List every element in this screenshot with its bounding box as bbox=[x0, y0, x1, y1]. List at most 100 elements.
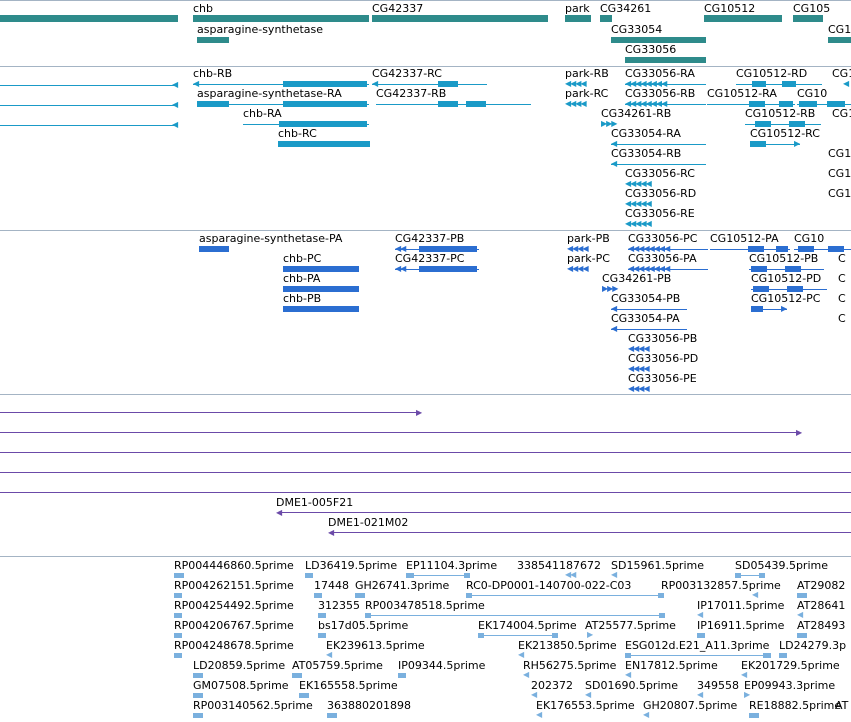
est-feature[interactable] bbox=[398, 673, 406, 678]
protein-label: CG10512-PB bbox=[749, 252, 819, 265]
est-feature[interactable] bbox=[779, 653, 787, 658]
protein-label: C bbox=[838, 292, 846, 305]
est-label: GM07508.5prime bbox=[193, 679, 289, 692]
est-feature[interactable] bbox=[174, 613, 182, 618]
transcript-feature[interactable] bbox=[197, 100, 369, 108]
transcript-feature[interactable]: ◀ bbox=[0, 101, 178, 109]
est-label: bs17d05.5prime bbox=[318, 619, 409, 632]
est-label: LD20859.5prime bbox=[193, 659, 286, 672]
protein-feature[interactable]: ◀◀◀◀ bbox=[628, 385, 662, 393]
gene-feature[interactable] bbox=[372, 15, 548, 22]
est-feature[interactable] bbox=[174, 593, 182, 598]
est-feature[interactable] bbox=[193, 693, 203, 698]
transcript-label: chb-RA bbox=[243, 107, 282, 120]
est-feature[interactable]: ◀◀ bbox=[565, 571, 581, 579]
transcript-feature[interactable]: ▶ bbox=[750, 140, 800, 149]
est-feature[interactable] bbox=[406, 572, 470, 579]
protein-label: CG42337-PC bbox=[395, 252, 465, 265]
est-feature[interactable] bbox=[174, 633, 182, 638]
clone-feature[interactable]: ▶ bbox=[0, 429, 808, 437]
est-label: GH26741.3prime bbox=[355, 579, 450, 592]
gene-feature[interactable] bbox=[793, 15, 823, 22]
est-label: EK174004.5prime bbox=[478, 619, 577, 632]
est-feature[interactable] bbox=[797, 633, 807, 638]
gene-feature[interactable] bbox=[600, 15, 612, 22]
transcript-feature[interactable]: ◀ bbox=[0, 121, 178, 129]
est-feature[interactable]: ◀ bbox=[523, 671, 535, 679]
est-feature[interactable] bbox=[365, 612, 665, 619]
est-label: SD15961.5prime bbox=[611, 559, 704, 572]
est-feature[interactable] bbox=[292, 673, 302, 678]
clone-feature[interactable]: ▶ bbox=[0, 409, 428, 417]
protein-feature[interactable]: ◀◀◀◀ bbox=[567, 265, 595, 273]
est-feature[interactable]: ◀ bbox=[697, 611, 707, 619]
est-feature[interactable]: ◀ bbox=[585, 691, 597, 699]
est-feature[interactable]: ◀ bbox=[611, 571, 621, 579]
est-feature[interactable] bbox=[174, 653, 182, 658]
gene-feature[interactable] bbox=[625, 57, 706, 63]
est-feature[interactable]: ▶ bbox=[744, 691, 754, 699]
est-feature[interactable] bbox=[749, 713, 759, 718]
clone-feature[interactable]: ◀ bbox=[328, 529, 851, 537]
est-feature[interactable] bbox=[735, 572, 765, 579]
transcript-feature[interactable]: ◀◀◀◀◀ bbox=[625, 220, 667, 229]
est-label: AT bbox=[835, 699, 849, 712]
arrow-left-icon: ◀ bbox=[843, 79, 849, 88]
est-feature[interactable] bbox=[314, 593, 322, 598]
est-feature[interactable] bbox=[797, 593, 807, 598]
protein-feature[interactable] bbox=[283, 306, 359, 312]
gene-feature[interactable] bbox=[565, 15, 591, 22]
est-feature[interactable] bbox=[318, 613, 326, 618]
est-label: RP003478518.5prime bbox=[365, 599, 485, 612]
gene-feature[interactable] bbox=[704, 15, 782, 22]
est-feature[interactable] bbox=[327, 713, 337, 718]
est-feature[interactable] bbox=[193, 673, 203, 678]
est-feature[interactable]: ◀ bbox=[797, 611, 807, 619]
gene-label: CG1 bbox=[828, 23, 851, 36]
est-feature[interactable] bbox=[697, 633, 705, 638]
est-feature[interactable] bbox=[193, 713, 203, 718]
est-feature[interactable]: ◀ bbox=[752, 591, 764, 599]
est-feature[interactable]: ◀ bbox=[531, 691, 541, 699]
protein-feature[interactable]: ▶ bbox=[751, 305, 787, 313]
est-feature[interactable]: ◀ bbox=[518, 651, 530, 659]
gene-feature[interactable] bbox=[197, 37, 229, 43]
est-feature[interactable]: ◀ bbox=[326, 651, 338, 659]
gene-label: CG10512 bbox=[704, 2, 756, 15]
transcript-feature[interactable]: ◀◀◀◀ bbox=[565, 100, 595, 108]
est-feature[interactable] bbox=[318, 633, 326, 638]
est-feature[interactable] bbox=[355, 593, 365, 598]
est-feature[interactable] bbox=[174, 573, 184, 578]
est-feature[interactable]: ◀ bbox=[643, 711, 655, 719]
est-feature[interactable]: ◀ bbox=[741, 671, 753, 679]
clone-feature[interactable] bbox=[0, 452, 851, 454]
protein-feature[interactable]: ◀◀ bbox=[395, 265, 479, 273]
gene-feature[interactable] bbox=[193, 15, 369, 22]
est-feature[interactable]: ◀ bbox=[697, 691, 709, 699]
est-feature[interactable]: ◀ bbox=[536, 711, 548, 719]
protein-label: asparagine-synthetase-PA bbox=[199, 232, 343, 245]
transcript-track: ◀ ◀ ◀ chb-RB ◀ CG42337-RC ◀ park-RB ◀◀◀◀… bbox=[0, 66, 851, 230]
transcript-feature[interactable]: ◀ bbox=[0, 81, 178, 89]
gene-feature[interactable] bbox=[0, 15, 178, 22]
protein-feature[interactable] bbox=[199, 246, 229, 252]
est-label: ESG012d.E21_A11.3prime bbox=[625, 639, 770, 652]
gene-feature[interactable] bbox=[828, 37, 851, 43]
est-feature[interactable] bbox=[478, 632, 558, 639]
est-feature[interactable]: ◀ bbox=[625, 671, 637, 679]
genome-browser-viewport[interactable]: chb CG42337 park CG34261 CG10512 CG105 a… bbox=[0, 0, 851, 722]
gene-label: CG33054 bbox=[611, 23, 663, 36]
est-feature[interactable] bbox=[305, 573, 313, 578]
est-label: 202372 bbox=[531, 679, 573, 692]
clone-feature[interactable] bbox=[0, 472, 851, 474]
est-feature[interactable] bbox=[299, 693, 309, 698]
transcript-feature[interactable] bbox=[376, 100, 531, 108]
clone-feature[interactable] bbox=[0, 492, 851, 494]
est-label: LD24279.3p bbox=[779, 639, 847, 652]
est-feature[interactable]: ▶ bbox=[587, 631, 597, 639]
transcript-label: CG10 bbox=[797, 87, 828, 100]
transcript-feature[interactable] bbox=[278, 141, 370, 148]
est-label: IP16911.5prime bbox=[697, 619, 785, 632]
est-feature[interactable] bbox=[625, 652, 771, 659]
est-feature[interactable] bbox=[466, 592, 664, 599]
